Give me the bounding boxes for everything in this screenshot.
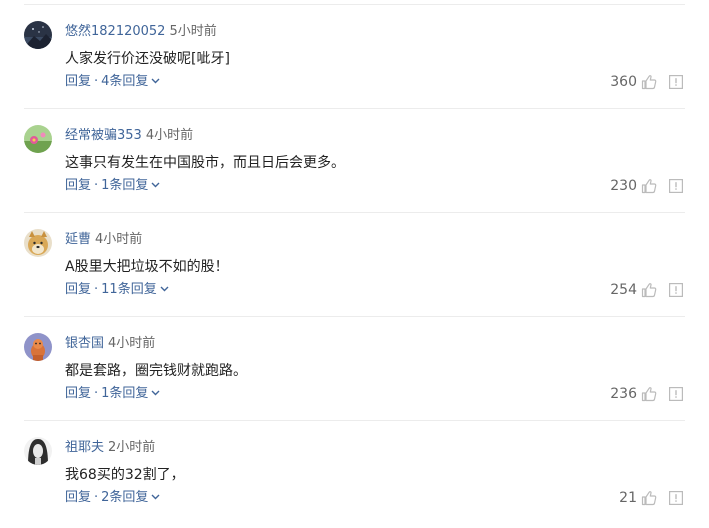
comment-item: 悠然182120052 5小时前 人家发行价还没破呢[呲牙] 回复 · 4条回复 36… bbox=[0, 5, 709, 109]
reply-button[interactable]: 回复 bbox=[65, 386, 91, 401]
comment-text: 这事只有发生在中国股市，而且日后会更多。 bbox=[65, 155, 345, 171]
username-link[interactable]: 悠然182120052 bbox=[65, 24, 165, 39]
report-icon[interactable] bbox=[669, 179, 683, 193]
reply-button[interactable]: 回复 bbox=[65, 490, 91, 505]
replies-count: 11条回复 bbox=[101, 282, 157, 297]
separator-dot: · bbox=[94, 178, 99, 193]
comment-actions: 回复 · 1条回复 bbox=[65, 385, 160, 403]
comment-item: 延曹 4小时前 A股里大把垃圾不如的股！ 回复 · 11条回复 254 bbox=[0, 213, 709, 317]
chevron-down-icon bbox=[160, 286, 169, 292]
comment-meta: 祖耶夫 2小时前 bbox=[65, 439, 155, 457]
replies-count: 1条回复 bbox=[101, 178, 149, 193]
comment-meta: 经常被骗353 4小时前 bbox=[65, 127, 193, 145]
like-count: 21 bbox=[619, 490, 637, 506]
separator-dot: · bbox=[94, 490, 99, 505]
thumbs-up-icon[interactable] bbox=[641, 74, 657, 90]
timestamp: 4小时前 bbox=[145, 128, 194, 143]
comment-text: 人家发行价还没破呢[呲牙] bbox=[65, 51, 230, 67]
username-link[interactable]: 银杏国 bbox=[65, 336, 104, 351]
comment-tools: 21 bbox=[619, 489, 683, 507]
chevron-down-icon bbox=[151, 390, 160, 396]
comment-actions: 回复 · 2条回复 bbox=[65, 489, 160, 507]
like-count: 254 bbox=[610, 282, 637, 298]
separator-dot: · bbox=[94, 386, 99, 401]
like-count: 230 bbox=[610, 178, 637, 194]
comment-tools: 236 bbox=[610, 385, 683, 403]
user-avatar[interactable] bbox=[24, 229, 52, 257]
comment-item: 银杏国 4小时前 都是套路，圈完钱财就跑路。 回复 · 1条回复 236 bbox=[0, 317, 709, 421]
user-avatar[interactable] bbox=[24, 333, 52, 361]
replies-count: 1条回复 bbox=[101, 386, 149, 401]
username-link[interactable]: 延曹 bbox=[65, 232, 91, 247]
comment-tools: 254 bbox=[610, 281, 683, 299]
comment-item: 祖耶夫 2小时前 我68买的32割了， 回复 · 2条回复 21 bbox=[0, 421, 709, 525]
comment-tools: 360 bbox=[610, 73, 683, 91]
reply-button[interactable]: 回复 bbox=[65, 282, 91, 297]
view-replies-button[interactable]: 1条回复 bbox=[101, 178, 160, 193]
report-icon[interactable] bbox=[669, 387, 683, 401]
report-icon[interactable] bbox=[669, 491, 683, 505]
reply-button[interactable]: 回复 bbox=[65, 74, 91, 89]
user-avatar[interactable] bbox=[24, 21, 52, 49]
comment-list: 悠然182120052 5小时前 人家发行价还没破呢[呲牙] 回复 · 4条回复 36… bbox=[0, 0, 709, 528]
comment-actions: 回复 · 4条回复 bbox=[65, 73, 160, 91]
chevron-down-icon bbox=[151, 494, 160, 500]
thumbs-up-icon[interactable] bbox=[641, 386, 657, 402]
comment-text: A股里大把垃圾不如的股！ bbox=[65, 259, 229, 275]
comment-text: 我68买的32割了， bbox=[65, 467, 185, 483]
comment-meta: 银杏国 4小时前 bbox=[65, 335, 155, 353]
user-avatar[interactable] bbox=[24, 437, 52, 465]
comment-item: 经常被骗353 4小时前 这事只有发生在中国股市，而且日后会更多。 回复 · 1条回复… bbox=[0, 109, 709, 213]
view-replies-button[interactable]: 1条回复 bbox=[101, 386, 160, 401]
view-replies-button[interactable]: 2条回复 bbox=[101, 490, 160, 505]
thumbs-up-icon[interactable] bbox=[641, 490, 657, 506]
username-link[interactable]: 祖耶夫 bbox=[65, 440, 104, 455]
replies-count: 2条回复 bbox=[101, 490, 149, 505]
user-avatar[interactable] bbox=[24, 125, 52, 153]
timestamp: 5小时前 bbox=[169, 24, 217, 39]
chevron-down-icon bbox=[151, 182, 160, 188]
like-count: 236 bbox=[610, 386, 637, 402]
separator-dot: · bbox=[94, 282, 99, 297]
view-replies-button[interactable]: 11条回复 bbox=[101, 282, 169, 297]
username-link[interactable]: 经常被骗353 bbox=[65, 128, 142, 143]
timestamp: 4小时前 bbox=[108, 336, 156, 351]
like-count: 360 bbox=[610, 74, 637, 90]
comment-tools: 230 bbox=[610, 177, 683, 195]
thumbs-up-icon[interactable] bbox=[641, 282, 657, 298]
comment-actions: 回复 · 11条回复 bbox=[65, 281, 169, 299]
thumbs-up-icon[interactable] bbox=[641, 178, 657, 194]
separator-dot: · bbox=[94, 74, 99, 89]
view-replies-button[interactable]: 4条回复 bbox=[101, 74, 160, 89]
timestamp: 2小时前 bbox=[108, 440, 156, 455]
comment-meta: 延曹 4小时前 bbox=[65, 231, 142, 249]
comment-meta: 悠然182120052 5小时前 bbox=[65, 23, 217, 41]
replies-count: 4条回复 bbox=[101, 74, 149, 89]
report-icon[interactable] bbox=[669, 283, 683, 297]
reply-button[interactable]: 回复 bbox=[65, 178, 91, 193]
chevron-down-icon bbox=[151, 78, 160, 84]
comment-actions: 回复 · 1条回复 bbox=[65, 177, 160, 195]
timestamp: 4小时前 bbox=[95, 232, 143, 247]
report-icon[interactable] bbox=[669, 75, 683, 89]
comment-text: 都是套路，圈完钱财就跑路。 bbox=[65, 363, 247, 379]
